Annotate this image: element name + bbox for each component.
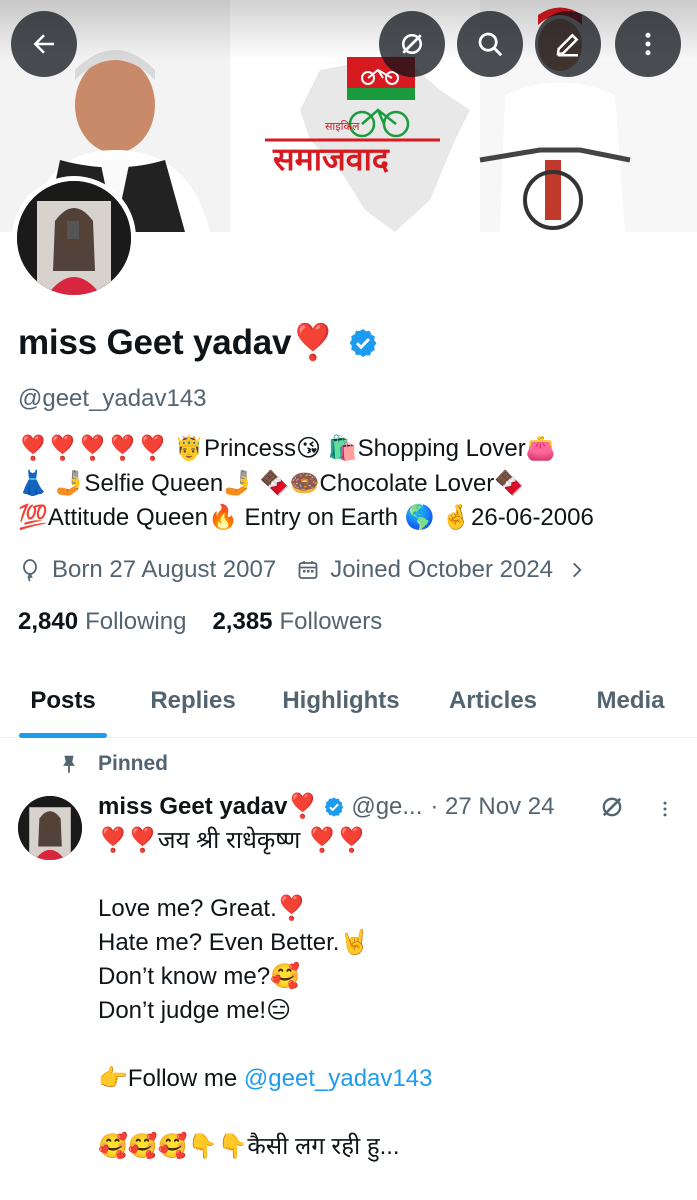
more-vertical-icon <box>645 32 651 56</box>
following-label: Following <box>85 608 187 635</box>
born-date: Born 27 August 2007 <box>52 556 277 583</box>
grok-icon <box>402 34 422 54</box>
verified-badge-icon <box>325 796 344 817</box>
tab-posts[interactable]: Posts <box>0 664 126 738</box>
following-count: 2,840 <box>18 608 79 635</box>
banner-main-text: समाजवाद <box>272 140 390 178</box>
profile-stats: 2,840 Following 2,385 Followers <box>18 608 408 636</box>
post-line: Don’t know me?🥰 <box>98 963 300 990</box>
bio-line: 💯Attitude Queen🔥 Entry on Earth 🌎 🤞26-06… <box>18 504 594 531</box>
chevron-right-icon[interactable] <box>567 560 587 580</box>
pin-icon <box>63 755 75 774</box>
post-date[interactable]: · 27 Nov 24 <box>430 793 554 821</box>
following-link[interactable]: 2,840 Following <box>18 608 186 636</box>
profile-tabs: Posts Replies Highlights Articles Media <box>0 664 697 738</box>
more-button[interactable] <box>615 11 681 77</box>
tab-replies[interactable]: Replies <box>126 664 260 738</box>
profile-avatar[interactable] <box>12 176 136 300</box>
post-author-name[interactable]: miss Geet yadav❣️ <box>98 792 317 821</box>
post-body[interactable]: ❣️❣️जय श्री राधेकृष्ण ❣️❣️ Love me? Grea… <box>98 824 688 1164</box>
active-tab-indicator <box>19 733 107 738</box>
profile-handle: @geet_yadav143 <box>18 385 207 412</box>
post-line-follow: 👉Follow me @geet_yadav143 <box>98 1062 688 1096</box>
joined-date[interactable]: Joined October 2024 <box>330 556 553 584</box>
back-arrow-icon <box>33 34 54 54</box>
post-line <box>98 858 688 892</box>
pinned-indicator: Pinned <box>58 752 168 776</box>
banner-small-text: साइकिल <box>325 120 360 133</box>
post-line <box>98 1028 688 1062</box>
more-vertical-icon[interactable] <box>655 797 675 821</box>
post-line: Hate me? Even Better.🤘 <box>98 929 370 956</box>
tab-label: Replies <box>150 687 236 714</box>
post-line <box>98 1096 688 1130</box>
profile-name-row: miss Geet yadav❣️ <box>18 322 379 363</box>
post-line: Love me? Great.❣️ <box>98 895 307 922</box>
profile-name: miss Geet yadav❣️ <box>18 323 335 362</box>
avatar-photo <box>17 181 131 295</box>
calendar-icon <box>298 561 318 579</box>
bio-line: 👗 🤳Selfie Queen🤳 🍫🍩Chocolate Lover🍫 <box>18 469 525 497</box>
followers-link[interactable]: 2,385 Followers <box>212 608 382 636</box>
grok-icon[interactable] <box>598 793 626 821</box>
tab-media[interactable]: Media <box>564 664 697 738</box>
profile-bio: ❣️❣️❣️❣️❣️ 🤴Princess😘 🛍️Shopping Lover👛 … <box>18 432 688 536</box>
grok-button[interactable] <box>379 11 445 77</box>
edit-icon <box>556 33 579 57</box>
post-author-handle[interactable]: @ge... <box>351 793 422 821</box>
tab-highlights[interactable]: Highlights <box>260 664 422 738</box>
tab-label: Highlights <box>282 687 400 714</box>
followers-label: Followers <box>279 608 383 635</box>
profile-meta: Born 27 August 2007 Joined October 2024 <box>18 556 587 584</box>
post-line: Don’t judge me!😑 <box>98 997 292 1024</box>
tab-label: Articles <box>448 687 538 714</box>
followers-count: 2,385 <box>212 608 273 635</box>
mention-link[interactable]: @geet_yadav143 <box>244 1065 433 1092</box>
follow-text: 👉Follow me <box>98 1065 244 1092</box>
post-author-avatar[interactable] <box>18 796 82 860</box>
tab-articles[interactable]: Articles <box>422 664 564 738</box>
search-icon <box>478 32 503 57</box>
pinned-label: Pinned <box>98 752 169 775</box>
bio-line: ❣️❣️❣️❣️❣️ 🤴Princess😘 🛍️Shopping Lover👛 <box>18 435 556 462</box>
post-header: miss Geet yadav❣️ @ge... · 27 Nov 24 <box>98 792 554 821</box>
post-line: 🥰🥰🥰👇👇कैसी लग रही हु... <box>98 1133 400 1160</box>
search-button[interactable] <box>457 11 523 77</box>
tab-label: Posts <box>30 687 96 714</box>
tab-label: Media <box>596 687 665 714</box>
back-button[interactable] <box>11 11 77 77</box>
verified-badge-icon[interactable] <box>347 327 379 359</box>
post-line: ❣️❣️जय श्री राधेकृष्ण ❣️❣️ <box>98 827 367 854</box>
balloon-icon <box>23 559 37 582</box>
edit-button[interactable] <box>535 11 601 77</box>
